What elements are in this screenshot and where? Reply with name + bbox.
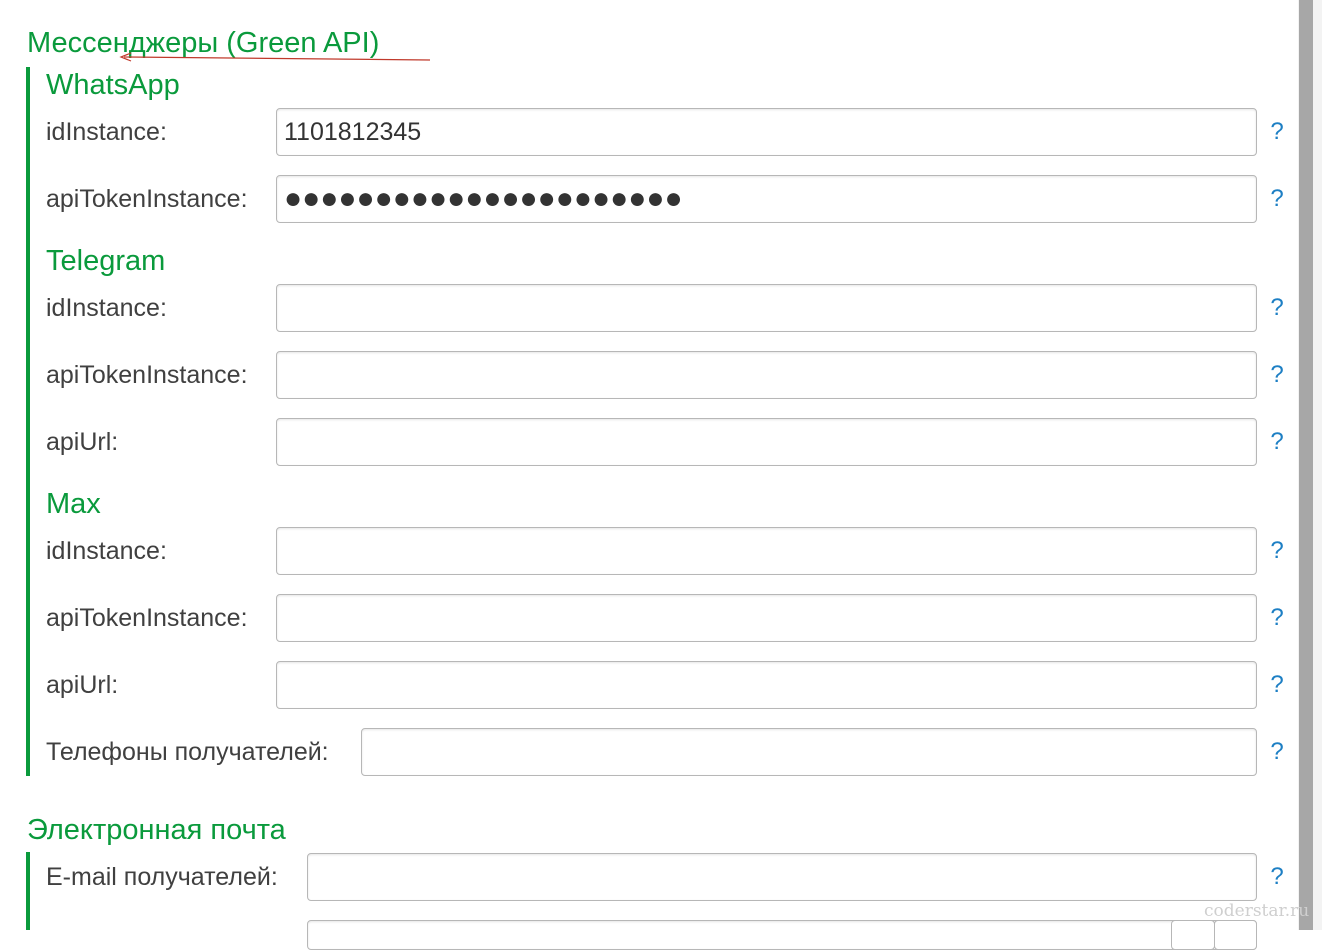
telegram-token-label: apiTokenInstance: <box>46 361 248 389</box>
cut-off-field-button[interactable] <box>1171 920 1215 950</box>
whatsapp-token-help-icon[interactable]: ? <box>1267 184 1287 214</box>
telegram-token-help-icon[interactable]: ? <box>1267 360 1287 390</box>
scrollbar-thumb[interactable] <box>1299 0 1313 930</box>
whatsapp-id-label: idInstance: <box>46 118 167 146</box>
whatsapp-token-input[interactable] <box>276 175 1257 223</box>
cut-off-field[interactable] <box>307 920 1257 950</box>
max-id-label: idInstance: <box>46 537 167 565</box>
recipient-phones-input[interactable] <box>361 728 1257 776</box>
telegram-url-input[interactable] <box>276 418 1257 466</box>
email-recipients-label: E-mail получателей: <box>46 863 278 891</box>
max-url-help-icon[interactable]: ? <box>1267 670 1287 700</box>
whatsapp-id-help-icon[interactable]: ? <box>1267 117 1287 147</box>
watermark: coderstar.ru <box>1204 901 1310 921</box>
max-url-label: apiUrl: <box>46 671 119 699</box>
telegram-url-label: apiUrl: <box>46 428 119 456</box>
max-id-help-icon[interactable]: ? <box>1267 536 1287 566</box>
email-group-title: Электронная почта <box>27 814 286 846</box>
telegram-id-help-icon[interactable]: ? <box>1267 293 1287 323</box>
telegram-url-help-icon[interactable]: ? <box>1267 427 1287 457</box>
telegram-id-label: idInstance: <box>46 294 167 322</box>
max-token-help-icon[interactable]: ? <box>1267 603 1287 633</box>
max-id-input[interactable] <box>276 527 1257 575</box>
telegram-id-input[interactable] <box>276 284 1257 332</box>
email-recipients-help-icon[interactable]: ? <box>1267 862 1287 892</box>
max-token-label: apiTokenInstance: <box>46 604 248 632</box>
email-group-bar <box>26 852 30 930</box>
messengers-group-title: Мессенджеры (Green API) <box>27 27 380 59</box>
whatsapp-id-input[interactable] <box>276 108 1257 156</box>
telegram-section-title: Telegram <box>46 245 166 277</box>
cut-off-field-button-2[interactable] <box>1214 920 1257 950</box>
max-section-title: Max <box>46 488 101 520</box>
telegram-token-input[interactable] <box>276 351 1257 399</box>
email-recipients-input[interactable] <box>307 853 1257 901</box>
whatsapp-section-title: WhatsApp <box>46 69 180 101</box>
recipient-phones-help-icon[interactable]: ? <box>1267 737 1287 767</box>
max-url-input[interactable] <box>276 661 1257 709</box>
max-token-input[interactable] <box>276 594 1257 642</box>
messengers-group-bar <box>26 67 30 776</box>
whatsapp-token-label: apiTokenInstance: <box>46 185 248 213</box>
recipient-phones-label: Телефоны получателей: <box>46 738 329 766</box>
